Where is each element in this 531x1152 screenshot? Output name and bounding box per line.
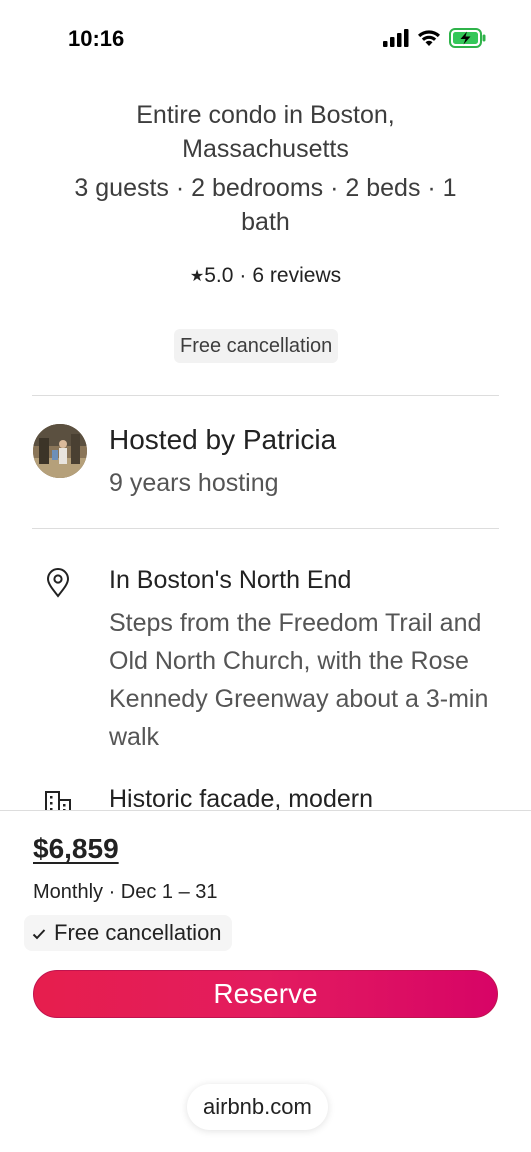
booking-bar: $6,859 Monthly · Dec 1 – 31 Free cancell…	[0, 810, 531, 1152]
listing-content: Entire condo in Boston, Massachusetts 3 …	[0, 0, 531, 810]
reviews-link[interactable]: 6 reviews	[252, 264, 341, 287]
highlight-title: Historic facade, modern	[109, 785, 374, 810]
building-icon	[43, 787, 73, 810]
host-name: Hosted by Patricia	[109, 424, 337, 455]
rating-separator: ·	[239, 264, 247, 287]
highlight-description: Steps from the Freedom Trail and Old Nor…	[109, 609, 489, 751]
divider	[32, 528, 499, 529]
host-avatar[interactable]	[33, 424, 87, 478]
listing-title: Entire condo in Boston, Massachusetts	[136, 101, 395, 163]
highlight-item: In Boston's North End Steps from the Fre…	[33, 566, 511, 766]
reserve-button[interactable]: Reserve	[33, 970, 498, 1018]
booking-free-cancellation: Free cancellation	[24, 915, 232, 951]
screen: 10:16 Entire condo in Boston, Massachuse…	[0, 0, 531, 1152]
checkmark-icon	[32, 920, 46, 946]
rating-row: ★5.0 · 6 reviews	[0, 264, 531, 288]
price-period: Monthly · Dec 1 – 31	[33, 881, 218, 903]
highlight-item: Historic facade, modern	[33, 785, 511, 810]
listing-facts: 3 guests · 2 bedrooms · 2 beds · 1 bath	[74, 174, 457, 236]
rating-value: 5.0	[204, 264, 234, 287]
highlight-title: In Boston's North End	[109, 566, 352, 594]
star-icon: ★	[189, 268, 205, 285]
browser-url-bar[interactable]: airbnb.com	[187, 1084, 328, 1130]
divider	[32, 395, 499, 396]
booking-cancellation-label: Free cancellation	[54, 920, 222, 945]
map-pin-icon	[43, 568, 73, 598]
free-cancellation-badge: Free cancellation	[174, 329, 339, 363]
host-row[interactable]: Hosted by Patricia 9 years hosting	[33, 424, 498, 497]
price-link[interactable]: $6,859	[33, 833, 119, 865]
host-years: 9 years hosting	[109, 469, 279, 497]
